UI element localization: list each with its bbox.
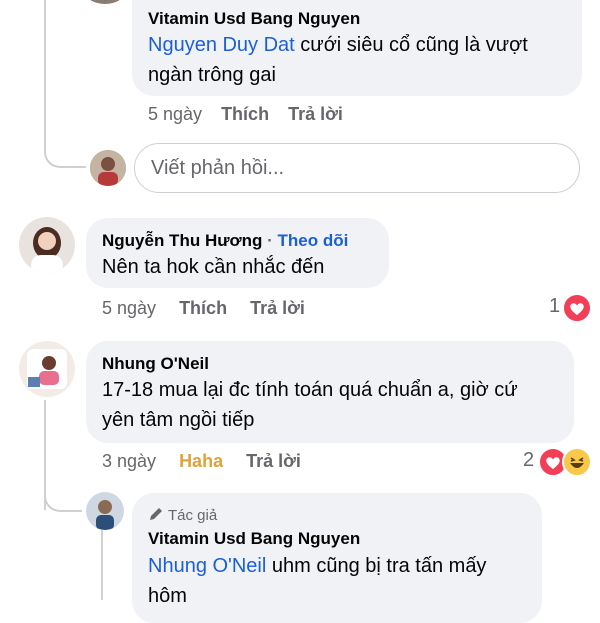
author-badge: Tác giả bbox=[148, 506, 217, 526]
thread-line bbox=[101, 530, 103, 600]
current-user-avatar bbox=[90, 150, 126, 186]
comment-time[interactable]: 5 ngày bbox=[102, 298, 156, 318]
reply-button[interactable]: Trả lời bbox=[246, 451, 301, 471]
thread-connector bbox=[44, 480, 82, 512]
comment-meta: 5 ngày Thích Trả lời bbox=[148, 104, 343, 125]
comment-author[interactable]: Vitamin Usd Bang Nguyen bbox=[148, 529, 360, 549]
comment-text: 17-18 mua lại đc tính toán quá chuẩn a, … bbox=[102, 379, 518, 431]
avatar[interactable] bbox=[86, 0, 124, 4]
like-button[interactable]: Thích bbox=[221, 104, 269, 124]
mention-link[interactable]: Nhung O'Neil bbox=[148, 555, 266, 577]
comment-meta: 3 ngày Haha Trả lời bbox=[102, 451, 301, 472]
comment-author[interactable]: Nguyễn Thu Hương bbox=[102, 231, 262, 250]
reaction-count[interactable]: 1 bbox=[549, 295, 560, 318]
comment-text: Nên ta hok cần nhắc đến bbox=[102, 256, 325, 278]
thread-connector bbox=[44, 128, 86, 168]
thread-line bbox=[44, 0, 46, 130]
comment-text: Nguyen Duy Dat cưới siêu cổ cũng là vượt… bbox=[148, 34, 528, 86]
reply-button[interactable]: Trả lời bbox=[288, 104, 343, 124]
comment-meta: 5 ngày Thích Trả lời bbox=[102, 298, 305, 319]
comment-author[interactable]: Vitamin Usd Bang Nguyen bbox=[148, 9, 360, 29]
avatar[interactable] bbox=[19, 217, 75, 273]
avatar[interactable] bbox=[86, 492, 124, 530]
reply-input-box[interactable] bbox=[134, 143, 580, 193]
reply-button[interactable]: Trả lời bbox=[250, 298, 305, 318]
reaction-count[interactable]: 2 bbox=[523, 449, 534, 472]
follow-button[interactable]: Theo dõi bbox=[278, 231, 349, 250]
pencil-icon bbox=[148, 506, 164, 526]
comment-time[interactable]: 3 ngày bbox=[102, 451, 156, 471]
like-button[interactable]: Thích bbox=[179, 298, 227, 318]
reply-input[interactable] bbox=[151, 155, 551, 181]
avatar[interactable] bbox=[19, 341, 75, 397]
comment-text: Nhung O'Neil uhm cũng bị tra tấn mấy hôm bbox=[148, 555, 487, 607]
mention-link[interactable]: Nguyen Duy Dat bbox=[148, 34, 295, 56]
heart-icon[interactable] bbox=[562, 293, 592, 323]
haha-icon[interactable] bbox=[562, 447, 592, 477]
comment-author[interactable]: Nhung O'Neil bbox=[102, 354, 209, 374]
comment-time[interactable]: 5 ngày bbox=[148, 104, 202, 124]
comment-author-row: Nguyễn Thu Hương · Theo dõi bbox=[102, 231, 349, 250]
haha-reaction-button[interactable]: Haha bbox=[179, 451, 223, 471]
